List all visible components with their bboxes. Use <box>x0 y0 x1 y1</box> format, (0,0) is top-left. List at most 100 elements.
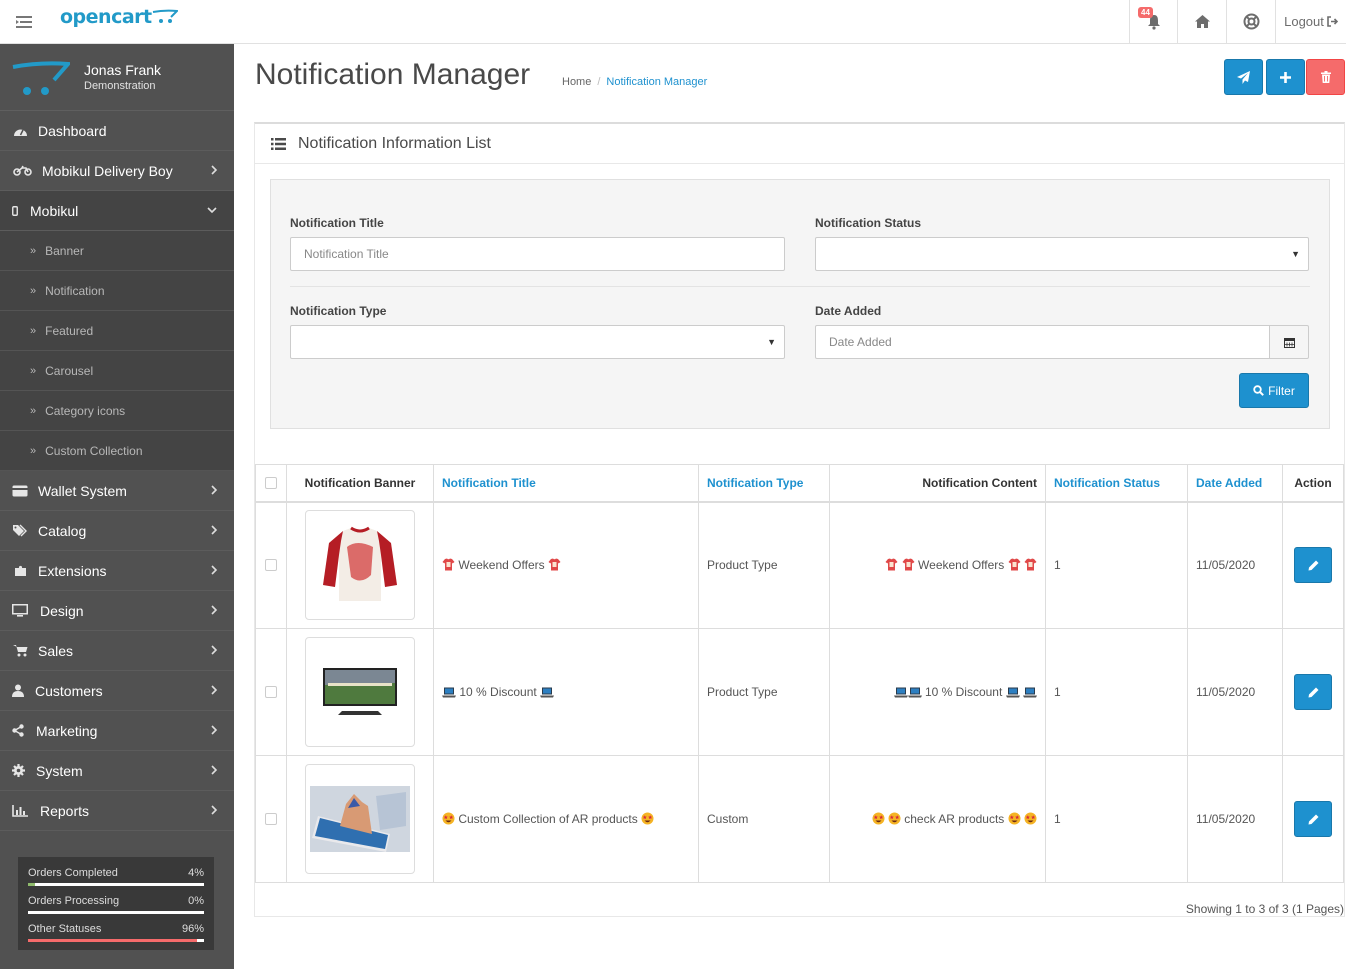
col-title-sort[interactable]: Notification Title <box>433 464 699 503</box>
add-notification-button[interactable] <box>1266 59 1305 95</box>
double-chevron-icon: » <box>30 364 37 377</box>
sidebar-subitem-category-icons[interactable]: » Category icons <box>0 391 234 431</box>
menu-toggle-icon[interactable] <box>0 0 48 43</box>
profile-name: Jonas Frank <box>84 62 162 78</box>
star-eyes-emoji-icon <box>872 812 885 826</box>
col-date-sort[interactable]: Date Added <box>1187 464 1283 503</box>
sidebar-subitem-label: Custom Collection <box>45 443 143 458</box>
page-title: Notification Manager <box>255 58 531 91</box>
laptop-emoji-icon <box>1005 685 1020 699</box>
breadcrumb-current[interactable]: Notification Manager <box>606 76 707 88</box>
banner-thumbnail-shirt <box>305 510 415 621</box>
pencil-icon <box>1308 560 1318 571</box>
sidebar-item-label: Catalog <box>38 522 87 539</box>
edit-button[interactable] <box>1294 801 1332 837</box>
date-filter-input[interactable]: Date Added <box>815 325 1270 359</box>
chevron-right-icon <box>210 564 218 576</box>
sidebar-item-mobikul-delivery-boy[interactable]: Mobikul Delivery Boy <box>0 151 234 191</box>
title-cell: Weekend Offers <box>433 501 699 629</box>
row-checkbox[interactable] <box>265 686 277 698</box>
chevron-right-icon <box>210 764 218 776</box>
shirt-emoji-icon <box>1024 558 1037 572</box>
type-filter-select[interactable]: ▼ <box>290 325 785 359</box>
shopping-cart-icon <box>12 644 28 657</box>
title-cell: 10 % Discount <box>433 628 699 756</box>
breadcrumb-home[interactable]: Home <box>562 76 591 88</box>
sidebar-item-label: Sales <box>38 642 74 659</box>
pencil-icon <box>1308 687 1318 697</box>
help-button[interactable] <box>1226 0 1275 43</box>
breadcrumb: Home / Notification Manager <box>562 76 707 88</box>
delete-button[interactable] <box>1306 59 1345 95</box>
status-cell: 1 <box>1045 501 1188 629</box>
notification-content: Weekend Offers <box>918 558 1005 573</box>
sidebar-item-mobikul[interactable]: Mobikul <box>0 191 234 231</box>
shirt-emoji-icon <box>548 558 561 572</box>
sidebar-subitem-featured[interactable]: » Featured <box>0 311 234 351</box>
row-checkbox[interactable] <box>265 559 277 572</box>
sidebar-item-reports[interactable]: Reports <box>0 791 234 831</box>
edit-button[interactable] <box>1294 547 1332 584</box>
row-select-cell <box>255 628 287 756</box>
type-filter-label: Notification Type <box>290 304 387 318</box>
notifications-button[interactable]: 44 <box>1129 0 1177 43</box>
table-row: 10 % Discount Product Type 10 % Discount… <box>255 628 1344 756</box>
sidebar-item-system[interactable]: System <box>0 751 234 791</box>
sidebar-subitem-carousel[interactable]: » Carousel <box>0 351 234 391</box>
col-action: Action <box>1282 464 1344 503</box>
sidebar-subitem-custom-collection[interactable]: » Custom Collection <box>0 431 234 471</box>
trash-icon <box>1320 71 1331 83</box>
action-cell <box>1282 628 1344 756</box>
sidebar-subitem-banner[interactable]: » Banner <box>0 231 234 271</box>
select-all-checkbox[interactable] <box>265 476 277 489</box>
col-type-sort[interactable]: Notification Type <box>698 464 830 503</box>
sidebar-item-catalog[interactable]: Catalog <box>0 511 234 551</box>
sidebar-item-marketing[interactable]: Marketing <box>0 711 234 751</box>
chevron-right-icon <box>210 164 218 176</box>
notification-badge: 44 <box>1138 7 1153 18</box>
sidebar-item-dashboard[interactable]: Dashboard <box>0 111 234 151</box>
send-notification-button[interactable] <box>1224 59 1263 95</box>
sidebar-item-extensions[interactable]: Extensions <box>0 551 234 591</box>
top-header: opencart 44 Logout <box>0 0 1346 44</box>
banner-cell <box>286 755 434 883</box>
home-icon <box>1194 15 1210 28</box>
row-checkbox[interactable] <box>265 813 277 825</box>
mobile-icon <box>12 205 18 216</box>
filter-button-label: Filter <box>1268 383 1295 398</box>
status-filter-label: Notification Status <box>815 216 922 230</box>
double-chevron-icon: » <box>30 244 37 257</box>
action-cell <box>1282 755 1344 883</box>
logout-button[interactable]: Logout <box>1275 0 1346 43</box>
laptop-emoji-icon <box>540 685 555 699</box>
user-profile[interactable]: Jonas Frank Demonstration <box>0 44 234 111</box>
star-eyes-emoji-icon <box>442 812 455 826</box>
home-button[interactable] <box>1177 0 1226 43</box>
cart-logo-icon <box>152 9 178 23</box>
status-filter-select[interactable]: ▼ <box>815 237 1309 271</box>
opencart-logo[interactable]: opencart <box>60 6 178 28</box>
profile-role: Demonstration <box>84 80 156 92</box>
edit-button[interactable] <box>1294 674 1332 710</box>
shirt-emoji-icon <box>885 558 898 572</box>
notification-list-panel: Notification Information List Notificati… <box>254 122 1345 917</box>
dashboard-icon <box>12 125 28 137</box>
sidebar: Jonas Frank Demonstration Dashboard Mobi… <box>0 44 234 969</box>
title-filter-input[interactable]: Notification Title <box>290 237 785 271</box>
sidebar-subitem-notification[interactable]: » Notification <box>0 271 234 311</box>
sidebar-item-label: Mobikul <box>30 202 79 219</box>
col-status-sort[interactable]: Notification Status <box>1045 464 1188 503</box>
calendar-button[interactable] <box>1269 325 1309 359</box>
calendar-icon <box>1283 337 1295 348</box>
row-select-cell <box>255 501 287 629</box>
table-row: Custom Collection of AR products Custom … <box>255 755 1344 883</box>
filter-button[interactable]: Filter <box>1239 373 1309 408</box>
sidebar-item-label: Design <box>40 602 84 619</box>
sidebar-item-customers[interactable]: Customers <box>0 671 234 711</box>
sidebar-item-wallet-system[interactable]: Wallet System <box>0 471 234 511</box>
sidebar-item-design[interactable]: Design <box>0 591 234 631</box>
double-chevron-icon: » <box>30 404 37 417</box>
sidebar-item-sales[interactable]: Sales <box>0 631 234 671</box>
date-cell: 11/05/2020 <box>1187 628 1283 756</box>
sidebar-subitem-label: Category icons <box>45 403 126 418</box>
